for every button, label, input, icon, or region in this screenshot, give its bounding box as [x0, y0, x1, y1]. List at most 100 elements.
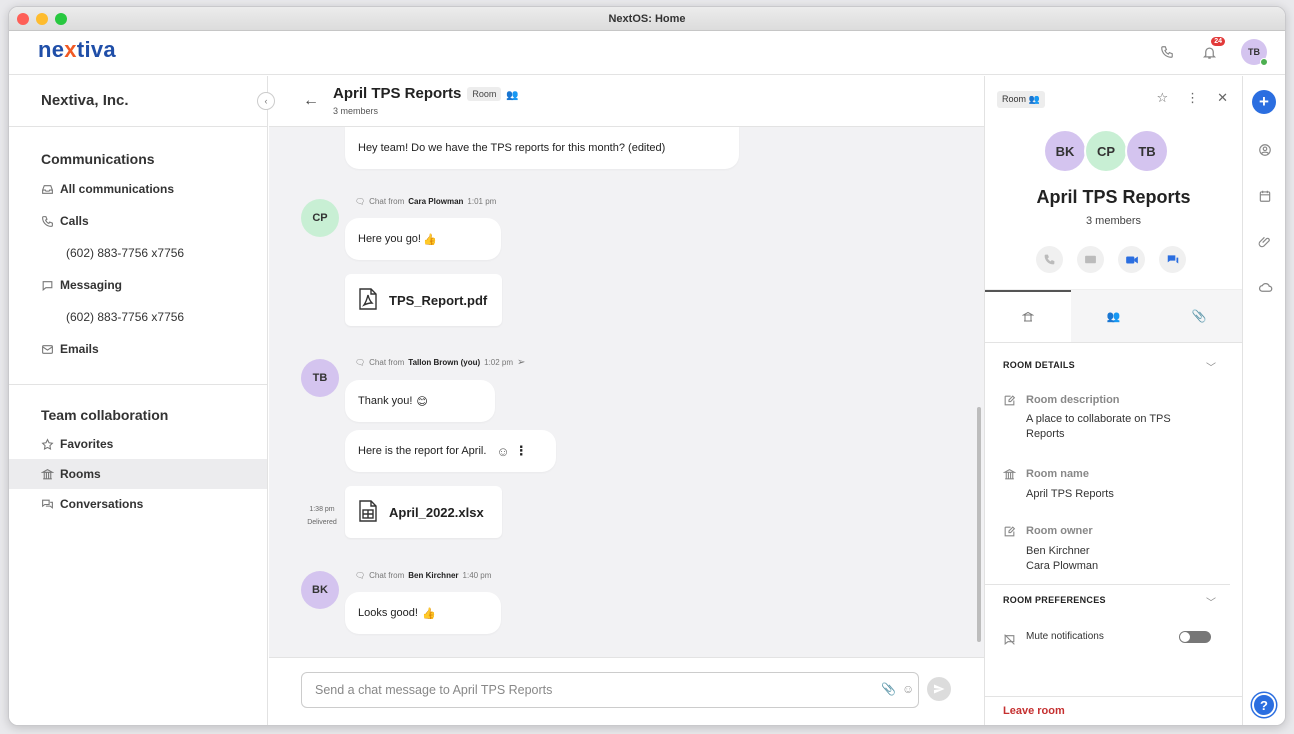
leave-room-button[interactable]: Leave room	[1003, 705, 1065, 717]
message-list[interactable]: Hey team! Do we have the TPS reports for…	[269, 127, 984, 657]
message-text: Here is the report for April.	[358, 445, 487, 457]
more-options-icon[interactable]: ⋮	[515, 443, 528, 459]
building-icon	[1021, 311, 1034, 322]
chat-pane: ← April TPS Reports Room 👥 3 members Hey t…	[269, 76, 984, 725]
nav-messaging[interactable]: Messaging	[9, 269, 267, 301]
maximize-window-button[interactable]	[55, 13, 67, 25]
conversation-icon: 🗨	[355, 571, 366, 580]
message-bubble[interactable]: Hey team! Do we have the TPS reports for…	[345, 127, 739, 169]
add-reaction-icon[interactable]: ☺	[496, 444, 509, 459]
message-text: Thank you!	[358, 395, 413, 407]
chat-icon	[1167, 254, 1178, 263]
thumbs-up-icon: 👍	[422, 233, 437, 246]
tab-attachments[interactable]: 📎	[1156, 290, 1243, 342]
nav-all-communications[interactable]: All communications	[9, 173, 267, 205]
message-text: Looks good!	[358, 607, 418, 619]
tab-details[interactable]	[985, 290, 1071, 342]
user-avatar[interactable]: TB	[1241, 39, 1268, 66]
room-tag: Room	[467, 87, 502, 102]
avatar[interactable]: BK	[301, 571, 339, 609]
back-arrow-icon[interactable]: ←	[303, 92, 319, 110]
message-bubble[interactable]: Looks good! 👍	[345, 592, 501, 634]
cloud-icon[interactable]	[1255, 277, 1275, 297]
panel-actions: ☆ ⋮ ✕	[1156, 90, 1228, 106]
pdf-file-icon	[359, 287, 377, 313]
message-input[interactable]: Send a chat message to April TPS Reports	[301, 672, 919, 708]
help-icon[interactable]: ?	[1252, 693, 1276, 717]
message-bubble[interactable]: Here is the report for April. ☺ ⋮	[345, 430, 556, 472]
call-button[interactable]	[1036, 246, 1063, 273]
room-description-label: Room description	[1026, 394, 1120, 406]
nav-emails[interactable]: Emails	[9, 333, 267, 365]
left-sidebar: Nextiva, Inc. ‹ Communications All commu…	[9, 76, 275, 725]
inbox-icon	[41, 183, 54, 196]
meta-prefix: Chat from	[369, 571, 405, 580]
avatar[interactable]: TB	[301, 359, 339, 397]
building-icon	[41, 468, 54, 481]
delivery-status: 1:38 pm Delivered	[299, 503, 345, 529]
message-bubble[interactable]: Thank you! 😊	[345, 380, 495, 422]
room-owner-2: Cara Plowman	[1026, 560, 1099, 572]
chat-title-text: April TPS Reports	[333, 85, 462, 102]
paperclip-icon[interactable]	[1255, 232, 1275, 252]
contacts-icon[interactable]	[1255, 140, 1275, 160]
thumbs-up-icon: 👍	[421, 607, 436, 620]
mute-notifications-label: Mute notifications	[1026, 631, 1104, 642]
app-window: NextOS: Home nextiva 24 TB Nextiva, Inc.…	[8, 6, 1286, 726]
nav-calls-number[interactable]: (602) 883-7756 x7756	[9, 237, 267, 269]
emoji-icon[interactable]: ☺	[902, 682, 914, 696]
avatar[interactable]: CP	[301, 199, 339, 237]
star-icon[interactable]: ☆	[1156, 90, 1168, 106]
send-icon: ➢	[517, 357, 526, 368]
nav-label: (602) 883-7756 x7756	[66, 246, 185, 260]
tab-members[interactable]: 👥	[1070, 290, 1157, 342]
paperclip-icon[interactable]: 📎	[881, 682, 896, 696]
chat-title: April TPS Reports Room 👥	[333, 85, 519, 102]
sender-name: Tallon Brown (you)	[408, 358, 481, 367]
building-icon	[1002, 468, 1017, 482]
file-attachment[interactable]: TPS_Report.pdf	[345, 274, 502, 326]
close-icon[interactable]: ✕	[1217, 90, 1228, 106]
spreadsheet-file-icon	[359, 499, 377, 525]
nav-rooms[interactable]: Rooms	[9, 459, 267, 489]
more-options-icon[interactable]: ⋮	[1186, 90, 1199, 106]
calendar-icon[interactable]	[1255, 186, 1275, 206]
bell-icon[interactable]: 24	[1199, 37, 1225, 62]
phone-icon[interactable]	[1157, 42, 1177, 62]
member-avatars: BK CP TB	[1043, 129, 1169, 173]
people-icon: 👥	[1106, 310, 1121, 323]
chat-button[interactable]	[1159, 246, 1186, 273]
avatar: TB	[1125, 129, 1169, 173]
chevron-down-icon[interactable]: ﹀	[1206, 594, 1216, 609]
message-meta: 🗨 Chat from Cara Plowman 1:01 pm	[355, 197, 496, 206]
member-count[interactable]: 3 members	[333, 106, 378, 116]
nav-label: Messaging	[60, 278, 123, 292]
scrollbar[interactable]	[977, 407, 981, 642]
plus-icon[interactable]: +	[1252, 90, 1276, 114]
collapse-sidebar-button[interactable]: ‹	[257, 92, 275, 110]
nav-messaging-number[interactable]: (602) 883-7756 x7756	[9, 301, 267, 333]
minimize-window-button[interactable]	[36, 13, 48, 25]
nav-label: Conversations	[60, 497, 144, 511]
chevron-down-icon[interactable]: ﹀	[1206, 359, 1216, 374]
nav-conversations[interactable]: Conversations	[9, 489, 267, 519]
title-bar: NextOS: Home	[9, 7, 1285, 31]
avatar: CP	[1084, 129, 1128, 173]
mute-notifications-toggle[interactable]	[1179, 631, 1211, 643]
email-button[interactable]	[1077, 246, 1104, 273]
file-attachment[interactable]: April_2022.xlsx	[345, 486, 502, 538]
file-name: TPS_Report.pdf	[389, 292, 488, 308]
nextiva-logo[interactable]: nextiva	[38, 37, 116, 63]
close-window-button[interactable]	[17, 13, 29, 25]
star-icon	[41, 437, 54, 451]
top-bar: nextiva 24 TB	[9, 31, 1285, 75]
send-button[interactable]	[927, 677, 951, 701]
video-button[interactable]	[1118, 246, 1145, 273]
org-name: Nextiva, Inc.	[41, 92, 129, 109]
phone-icon	[41, 215, 54, 228]
nav-favorites[interactable]: Favorites	[9, 429, 267, 459]
message-bubble[interactable]: Here you go! 👍	[345, 218, 501, 260]
nav-calls[interactable]: Calls	[9, 205, 267, 237]
window-controls	[17, 13, 67, 25]
sender-name: Cara Plowman	[408, 197, 464, 206]
